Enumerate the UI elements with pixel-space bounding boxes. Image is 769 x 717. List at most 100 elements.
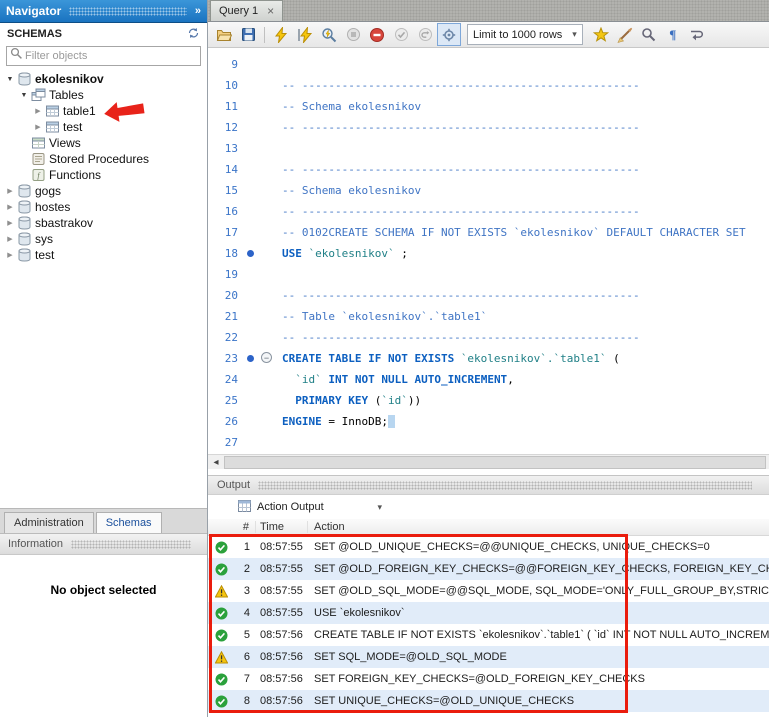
collapse-panel-icon[interactable]: »: [195, 5, 201, 17]
output-row[interactable]: 108:57:55SET @OLD_UNIQUE_CHECKS=@@UNIQUE…: [208, 536, 769, 558]
tree-item-sbastrakov[interactable]: ▶sbastrakov: [0, 215, 207, 231]
tree-item-gogs[interactable]: ▶ gogs: [0, 183, 207, 199]
output-grid-header: # Time Action: [208, 519, 769, 536]
code-text: `id` INT NOT NULL AUTO_INCREMENT,: [282, 369, 769, 390]
code-text: [282, 138, 769, 159]
close-tab-icon[interactable]: ×: [267, 5, 274, 17]
new-snippet-icon[interactable]: [589, 23, 613, 46]
commit-icon[interactable]: [389, 23, 413, 46]
tree-item-label: gogs: [35, 184, 61, 198]
code-text: [282, 432, 769, 453]
line-number: 10: [208, 75, 244, 96]
chevron-down-icon[interactable]: ▼: [18, 92, 30, 99]
tree-item-functions[interactable]: fFunctions: [0, 167, 207, 183]
filter-box: [6, 46, 201, 66]
line-number: 26: [208, 411, 244, 432]
execute-icon-group: [269, 23, 461, 46]
refresh-schemas-icon[interactable]: [187, 27, 200, 42]
row-action: SET UNIQUE_CHECKS=@OLD_UNIQUE_CHECKS: [308, 695, 769, 707]
output-row[interactable]: 408:57:55USE `ekolesnikov`: [208, 602, 769, 624]
code-text: -- -------------------------------------…: [282, 201, 769, 222]
editor-toolbar: Limit to 1000 rows ▾ ¶: [208, 22, 769, 48]
chevron-right-icon[interactable]: ▶: [4, 235, 16, 243]
code-line: 27: [208, 432, 769, 453]
chevron-right-icon[interactable]: ▶: [32, 123, 44, 131]
sql-editor[interactable]: 910-- ----------------------------------…: [208, 48, 769, 454]
code-line: 22-- -----------------------------------…: [208, 327, 769, 348]
tree-item-test[interactable]: ▶test: [0, 119, 207, 135]
toolbar-separator: [264, 27, 265, 43]
wrap-text-icon[interactable]: [685, 23, 709, 46]
filter-row: [0, 45, 207, 69]
fold-collapse-icon[interactable]: −: [261, 352, 272, 363]
tree-item-tables[interactable]: ▼Tables: [0, 87, 207, 103]
row-index: 8: [228, 695, 256, 707]
execute-current-icon[interactable]: [293, 23, 317, 46]
clear-icon[interactable]: [613, 23, 637, 46]
line-margin: [244, 411, 282, 432]
tree-item-label: sys: [35, 232, 53, 246]
code-line: 16-- -----------------------------------…: [208, 201, 769, 222]
chevron-right-icon[interactable]: ▶: [32, 107, 44, 115]
chevron-right-icon[interactable]: ▶: [4, 251, 16, 259]
column-header-time[interactable]: Time: [256, 521, 308, 533]
output-row[interactable]: 208:57:55SET @OLD_FOREIGN_KEY_CHECKS=@@F…: [208, 558, 769, 580]
autocommit-icon[interactable]: [437, 23, 461, 46]
column-header-action[interactable]: Action: [308, 521, 769, 533]
line-margin: [244, 201, 282, 222]
tab-schemas[interactable]: Schemas: [96, 512, 162, 533]
save-script-icon[interactable]: [236, 23, 260, 46]
row-time: 08:57:55: [256, 607, 308, 619]
success-icon: [215, 629, 228, 642]
line-margin: [244, 180, 282, 201]
row-index: 2: [228, 563, 256, 575]
output-view-selector[interactable]: Action Output ▾: [234, 497, 386, 517]
warning-icon: [215, 585, 228, 598]
line-margin: [244, 432, 282, 453]
tree-item-table1[interactable]: ▶table1: [0, 103, 207, 119]
warning-icon: [215, 651, 228, 664]
output-row[interactable]: 308:57:55SET @OLD_SQL_MODE=@@SQL_MODE, S…: [208, 580, 769, 602]
output-row[interactable]: 808:57:56SET UNIQUE_CHECKS=@OLD_UNIQUE_C…: [208, 690, 769, 712]
tab-administration[interactable]: Administration: [4, 512, 94, 533]
chevron-right-icon[interactable]: ▶: [4, 203, 16, 211]
line-margin: −: [244, 348, 282, 369]
output-row[interactable]: 508:57:56CREATE TABLE IF NOT EXISTS `eko…: [208, 624, 769, 646]
limit-rows-dropdown[interactable]: Limit to 1000 rows ▾: [467, 24, 583, 45]
chevron-right-icon[interactable]: ▶: [4, 219, 16, 227]
horizontal-scrollbar[interactable]: ◂: [208, 454, 769, 469]
column-header-index[interactable]: #: [208, 521, 256, 533]
open-script-icon[interactable]: [212, 23, 236, 46]
row-index: 6: [228, 651, 256, 663]
information-panel: No object selected: [0, 555, 207, 717]
code-line: 23−CREATE TABLE IF NOT EXISTS `ekolesnik…: [208, 348, 769, 369]
code-text: PRIMARY KEY (`id`)): [282, 390, 769, 411]
rollback-icon[interactable]: [413, 23, 437, 46]
tree-item-test[interactable]: ▶test: [0, 247, 207, 263]
tree-item-ekolesnikov[interactable]: ▼ekolesnikov: [0, 71, 207, 87]
scrollbar-thumb[interactable]: [224, 456, 766, 469]
tree-item-sys[interactable]: ▶ sys: [0, 231, 207, 247]
output-row[interactable]: 708:57:56SET FOREIGN_KEY_CHECKS=@OLD_FOR…: [208, 668, 769, 690]
find-icon[interactable]: [637, 23, 661, 46]
stop-icon[interactable]: [341, 23, 365, 46]
chevron-down-icon[interactable]: ▼: [4, 76, 16, 83]
file-icon-group: [212, 23, 260, 46]
chevron-right-icon[interactable]: ▶: [4, 187, 16, 195]
navigator-panel: Navigator » SCHEMAS ▼ekolesnikov▼Tables▶…: [0, 0, 208, 717]
line-margin: [244, 243, 282, 264]
schemas-section-header: SCHEMAS: [0, 23, 207, 45]
filter-objects-input[interactable]: [23, 49, 197, 63]
utility-icon-group: ¶: [589, 23, 709, 46]
code-text: -- Schema ekolesnikov: [282, 96, 769, 117]
execute-icon[interactable]: [269, 23, 293, 46]
stop-on-error-icon[interactable]: [365, 23, 389, 46]
tree-item-stored-procedures[interactable]: Stored Procedures: [0, 151, 207, 167]
invisible-chars-icon[interactable]: ¶: [661, 23, 685, 46]
scroll-left-icon[interactable]: ◂: [208, 457, 224, 468]
tree-item-hostes[interactable]: ▶hostes: [0, 199, 207, 215]
output-row[interactable]: 608:57:56SET SQL_MODE=@OLD_SQL_MODE: [208, 646, 769, 668]
tree-item-views[interactable]: Views: [0, 135, 207, 151]
tab-query-1[interactable]: Query 1 ×: [210, 0, 283, 21]
explain-icon[interactable]: [317, 23, 341, 46]
